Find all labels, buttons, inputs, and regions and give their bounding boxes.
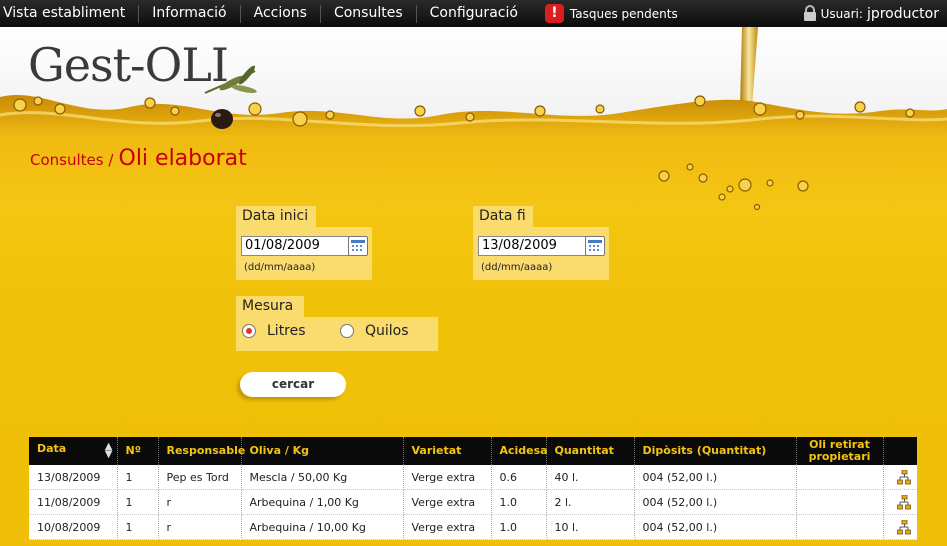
- cell-oliva: Arbequina / 10,00 Kg: [241, 514, 404, 540]
- search-button[interactable]: cercar: [240, 372, 346, 397]
- nav-separator: [239, 4, 241, 23]
- app-logo: Gest-OLI: [28, 38, 229, 92]
- nav-configuracio[interactable]: Configuració: [426, 0, 531, 27]
- breadcrumb-section[interactable]: Consultes /: [30, 151, 113, 169]
- calendar-icon[interactable]: [348, 236, 368, 256]
- alert-icon: !: [544, 4, 564, 23]
- nav-vista-establiment[interactable]: Vista establiment: [0, 0, 138, 27]
- calendar-icon[interactable]: [585, 236, 605, 256]
- nav-separator: [138, 4, 140, 23]
- cell-acidesa: 1.0: [491, 514, 547, 540]
- cell-quantitat: 2 l.: [546, 489, 635, 515]
- user-label: Usuari:: [820, 6, 863, 21]
- nav-consultes[interactable]: Consultes: [330, 0, 416, 27]
- cell-actions: [883, 514, 917, 540]
- cell-actions: [883, 465, 917, 490]
- traceability-tree-icon[interactable]: [897, 494, 912, 510]
- cell-oliva: Arbequina / 1,00 Kg: [241, 489, 404, 515]
- column-header-quantitat: Quantitat: [546, 437, 635, 465]
- column-header-varietat: Varietat: [403, 437, 492, 465]
- breadcrumb: Consultes / Oli elaborat: [30, 146, 247, 171]
- cell-data: 10/08/2009: [29, 514, 118, 540]
- cell-oli-retirat: [796, 465, 884, 490]
- user-info: Usuari: jproductor: [803, 0, 939, 27]
- top-nav: Vista establiment Informació Accions Con…: [0, 0, 947, 27]
- cell-varietat: Verge extra: [403, 514, 492, 540]
- cell-quantitat: 40 l.: [546, 465, 635, 490]
- nav-separator: [415, 4, 417, 23]
- tasks-pending-label: Tasques pendents: [569, 6, 678, 21]
- radio-litres[interactable]: [242, 324, 256, 338]
- cell-responsable: r: [158, 514, 242, 540]
- radio-quilos[interactable]: [340, 324, 354, 338]
- table-row[interactable]: 11/08/2009 1 r Arbequina / 1,00 Kg Verge…: [29, 489, 917, 515]
- cell-actions: [883, 489, 917, 515]
- table-header-row: Data ▲ ▼ Nº Responsable Oliva / Kg Varieta…: [29, 437, 917, 465]
- nav-informacio[interactable]: Informació: [148, 0, 239, 27]
- cell-oli-retirat: [796, 489, 884, 515]
- cell-num: 1: [117, 514, 159, 540]
- cell-data: 13/08/2009: [29, 465, 118, 490]
- results-table: Data ▲ ▼ Nº Responsable Oliva / Kg Varieta…: [29, 437, 917, 540]
- radio-quilos-label[interactable]: Quilos: [365, 323, 409, 339]
- cell-responsable: Pep es Tord: [158, 465, 242, 490]
- cell-responsable: r: [158, 489, 242, 515]
- column-header-actions: [883, 437, 917, 465]
- column-header-acidesa: Acidesa: [491, 437, 548, 465]
- cell-acidesa: 0.6: [491, 465, 547, 490]
- table-row[interactable]: 13/08/2009 1 Pep es Tord Mescla / 50,00 …: [29, 465, 917, 490]
- cell-quantitat: 10 l.: [546, 514, 635, 540]
- end-date-hint: (dd/mm/aaaa): [481, 262, 553, 273]
- end-date-label: Data fi: [473, 206, 533, 227]
- cell-num: 1: [117, 465, 159, 490]
- user-name: jproductor: [866, 5, 939, 22]
- traceability-tree-icon[interactable]: [897, 519, 912, 535]
- column-header-responsable: Responsable: [158, 437, 245, 465]
- column-header-oliva: Oliva / Kg: [241, 437, 404, 465]
- measure-label: Mesura: [236, 296, 304, 317]
- cell-data: 11/08/2009: [29, 489, 118, 515]
- nav-accions[interactable]: Accions: [250, 0, 320, 27]
- cell-diposits: 004 (52,00 l.): [634, 514, 797, 540]
- cell-varietat: Verge extra: [403, 489, 492, 515]
- cell-varietat: Verge extra: [403, 465, 492, 490]
- page-title: Oli elaborat: [118, 146, 247, 171]
- cell-num: 1: [117, 489, 159, 515]
- table-row[interactable]: 10/08/2009 1 r Arbequina / 10,00 Kg Verg…: [29, 514, 917, 540]
- column-header-num: Nº: [117, 437, 159, 465]
- cell-oli-retirat: [796, 514, 884, 540]
- column-header-label: Data: [37, 442, 67, 455]
- cell-acidesa: 1.0: [491, 489, 547, 515]
- traceability-tree-icon[interactable]: [897, 469, 912, 485]
- cell-oliva: Mescla / 50,00 Kg: [241, 465, 404, 490]
- tasks-pending-link[interactable]: ! Tasques pendents: [544, 4, 678, 23]
- lock-icon: [803, 5, 816, 21]
- start-date-label: Data inici: [236, 206, 316, 227]
- sort-icon[interactable]: ▲ ▼: [105, 442, 113, 460]
- nav-separator: [319, 4, 321, 23]
- column-header-diposits: Dipòsits (Quantitat): [634, 437, 797, 465]
- cell-diposits: 004 (52,00 l.): [634, 465, 797, 490]
- column-header-data[interactable]: Data ▲ ▼: [29, 437, 118, 465]
- start-date-hint: (dd/mm/aaaa): [244, 262, 316, 273]
- radio-litres-label[interactable]: Litres: [267, 323, 306, 339]
- cell-diposits: 004 (52,00 l.): [634, 489, 797, 515]
- column-header-oli-retirat: Oli retirat propietari: [796, 437, 884, 465]
- end-date-field[interactable]: 13/08/2009: [478, 236, 586, 256]
- start-date-field[interactable]: 01/08/2009: [241, 236, 349, 256]
